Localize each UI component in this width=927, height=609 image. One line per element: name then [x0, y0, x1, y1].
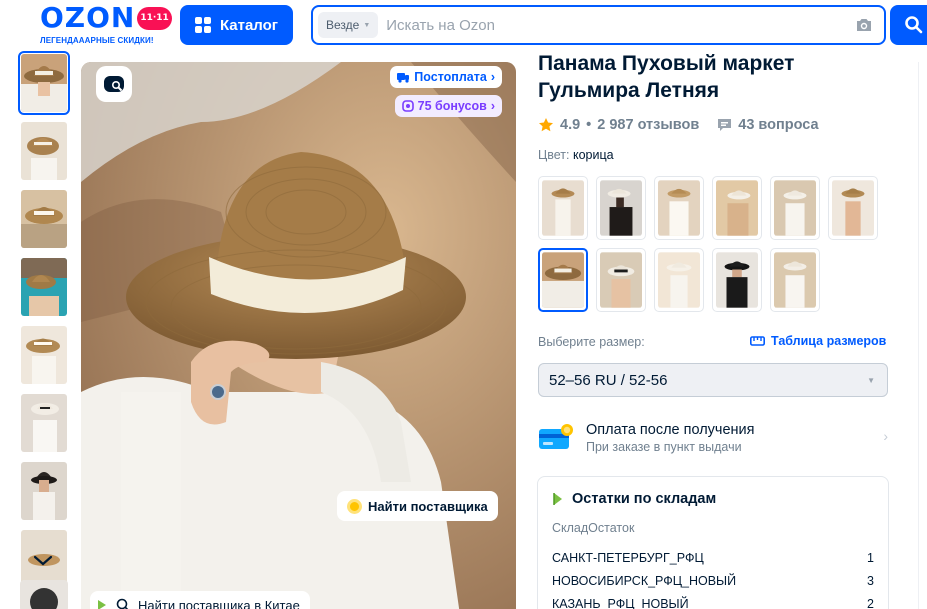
grid-icon [194, 17, 211, 33]
size-selected-value: 52–56 RU / 52-56 [549, 371, 668, 389]
chevron-right-icon: › [490, 99, 495, 113]
size-label: Выберите размер: [538, 335, 645, 349]
color-variants [538, 176, 878, 320]
payment-title: Оплата после получения [586, 422, 755, 438]
color-row: Цвет: корица [538, 148, 614, 162]
coin-icon [347, 498, 362, 514]
stock-qty: 2 [867, 597, 874, 609]
stock-title: Остатки по складам [572, 491, 717, 507]
color-variant[interactable] [712, 248, 762, 312]
image-search-icon [104, 76, 124, 92]
chevron-down-icon[interactable] [31, 548, 55, 572]
truck-icon [397, 72, 410, 83]
rating-row: 4.9 • 2 987 отзывов 43 вопроса [538, 117, 819, 133]
side-panel-edge [918, 62, 927, 609]
color-variant-selected[interactable] [538, 248, 588, 312]
chevron-right-icon: › [883, 428, 888, 444]
stock-row: САНКТ-ПЕТЕРБУРГ_РФЦ 1 [552, 551, 874, 565]
search-button[interactable] [890, 5, 927, 45]
visual-search-button[interactable] [96, 66, 132, 102]
thumbnail[interactable] [21, 394, 67, 452]
bonus-badge[interactable]: 75 бонусов › [394, 95, 502, 117]
stock-table-header: СкладОстаток [552, 521, 635, 535]
questions-link[interactable]: 43 вопроса [738, 117, 818, 133]
leaf-icon [98, 600, 106, 609]
search-scope-select[interactable]: Везде ▼ [318, 12, 379, 38]
rating-separator: • [586, 117, 592, 133]
stock-row: КАЗАНЬ_РФЦ_НОВЫЙ 2 [552, 597, 874, 609]
postpay-badge[interactable]: Постоплата › [390, 66, 502, 88]
thumbnail[interactable] [18, 51, 70, 115]
search-scope-label: Везде [326, 18, 360, 32]
stock-row: НОВОСИБИРСК_РФЦ_НОВЫЙ 3 [552, 574, 874, 588]
thumbnail[interactable] [21, 462, 67, 520]
star-icon [539, 118, 553, 132]
play-icon [30, 588, 58, 609]
stock-qty: 3 [867, 574, 874, 588]
thumbnail[interactable] [21, 258, 67, 316]
color-variant[interactable] [770, 248, 820, 312]
find-supplier-label: Найти поставщика [368, 498, 488, 514]
search-input[interactable] [386, 10, 854, 40]
color-variant[interactable] [654, 248, 704, 312]
color-variant[interactable] [712, 176, 762, 240]
find-supplier-button[interactable]: Найти поставщика [337, 491, 498, 521]
thumbnail-list [18, 51, 70, 598]
payment-subtitle: При заказе в пункт выдачи [586, 440, 742, 454]
rating-value: 4.9 [560, 117, 581, 133]
bonus-label: 75 бонусов [417, 99, 487, 113]
color-variant[interactable] [654, 176, 704, 240]
question-chat-icon [718, 119, 732, 131]
bonus-icon [401, 100, 414, 112]
stock-warehouse: КАЗАНЬ_РФЦ_НОВЫЙ [552, 597, 689, 609]
catalog-button[interactable]: Каталог [180, 5, 293, 45]
stock-panel: Остатки по складам СкладОстаток САНКТ-ПЕ… [537, 476, 889, 609]
product-title: Панама Пуховый маркет Гульмира Летняя [538, 52, 795, 102]
leaf-icon [553, 493, 562, 505]
color-variant[interactable] [770, 176, 820, 240]
camera-icon[interactable] [854, 15, 874, 35]
find-supplier-china-label: Найти поставщика в Китае [138, 597, 300, 609]
caret-down-icon: ▼ [363, 21, 371, 29]
thumbnail[interactable] [21, 326, 67, 384]
logo-text: OZON [40, 1, 136, 34]
color-label: Цвет: [538, 148, 570, 162]
search-icon [905, 16, 923, 34]
thumbnail[interactable] [21, 190, 67, 248]
postpay-label: Постоплата [414, 70, 487, 84]
search-bar: Везде ▼ [311, 5, 886, 45]
color-variant[interactable] [828, 176, 878, 240]
logo-subtitle: ЛЕГЕНДАААРНЫЕ СКИДКИ! [40, 36, 154, 45]
ruler-icon [750, 336, 765, 346]
color-variant[interactable] [596, 248, 646, 312]
payment-after-delivery[interactable]: Оплата после получения При заказе в пунк… [538, 418, 888, 458]
size-select[interactable]: 52–56 RU / 52-56 ▼ [538, 363, 888, 397]
stock-warehouse: НОВОСИБИРСК_РФЦ_НОВЫЙ [552, 574, 737, 588]
chevron-right-icon: › [490, 70, 495, 84]
product-photo [81, 62, 516, 609]
reviews-link[interactable]: 2 987 отзывов [597, 117, 699, 133]
stock-warehouse: САНКТ-ПЕТЕРБУРГ_РФЦ [552, 551, 704, 565]
color-variant[interactable] [538, 176, 588, 240]
product-main-image[interactable]: Постоплата › 75 бонусов › Найти поставщи… [81, 62, 516, 609]
credit-card-icon [539, 424, 573, 449]
catalog-label: Каталог [219, 16, 279, 34]
find-supplier-china-button[interactable]: Найти поставщика в Китае [90, 591, 310, 609]
size-table-label: Таблица размеров [771, 334, 887, 348]
video-thumbnail[interactable] [20, 580, 68, 609]
caret-down-icon: ▼ [867, 375, 875, 385]
search-icon [116, 598, 129, 609]
thumbnail[interactable] [21, 122, 67, 180]
stock-qty: 1 [867, 551, 874, 565]
logo-badge: 11·11 [137, 6, 172, 30]
color-value: корица [572, 148, 614, 162]
ozon-logo[interactable]: OZON 11·11 ЛЕГЕНДАААРНЫЕ СКИДКИ! [40, 1, 172, 48]
color-variant[interactable] [596, 176, 646, 240]
size-table-link[interactable]: Таблица размеров [750, 334, 886, 348]
